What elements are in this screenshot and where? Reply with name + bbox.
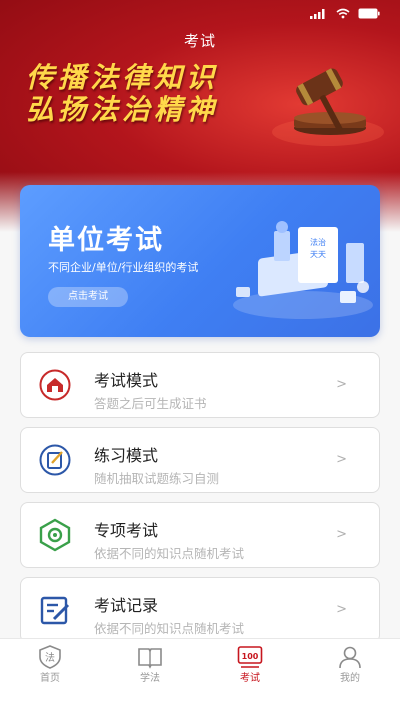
chevron-right-icon: >	[336, 452, 347, 467]
book-icon	[138, 648, 162, 669]
banner-subtitle: 不同企业/单位/行业组织的考试	[48, 261, 199, 274]
exam-icon-text: 100	[242, 652, 259, 661]
mode-desc: 随机抽取试题练习自测	[94, 471, 220, 486]
wifi-icon	[336, 8, 350, 19]
illustration-line-2: 天天	[310, 250, 326, 259]
exam-illustration-icon: 法治 天天	[233, 221, 373, 319]
slogan-line-2: 弘扬法治精神	[26, 93, 219, 126]
start-exam-button[interactable]: 点击考试	[48, 287, 128, 307]
page-title: 考试	[183, 32, 216, 50]
mode-card-special[interactable]: 专项考试 依据不同的知识点随机考试 >	[20, 502, 380, 568]
mode-desc: 答题之后可生成证书	[94, 396, 207, 411]
tab-study[interactable]: 学法	[100, 639, 200, 711]
target-icon	[39, 518, 71, 552]
mode-title: 考试记录	[94, 596, 159, 615]
exam-score-icon: 100	[237, 646, 263, 668]
tab-profile[interactable]: 我的	[300, 639, 400, 711]
banner-title: 单位考试	[48, 225, 164, 256]
battery-icon	[358, 8, 380, 19]
illustration-line-1: 法治	[310, 237, 326, 247]
practice-edit-icon	[39, 444, 71, 476]
mode-title: 练习模式	[94, 446, 159, 465]
house-certificate-icon	[39, 369, 71, 401]
tab-exam[interactable]: 100 考试	[200, 639, 300, 711]
mode-title: 考试模式	[94, 371, 159, 390]
mode-desc: 依据不同的知识点随机考试	[94, 546, 245, 561]
mode-card-records[interactable]: 考试记录 依据不同的知识点随机考试 >	[20, 577, 380, 643]
law-shield-icon: 法	[39, 645, 61, 669]
mode-card-practice[interactable]: 练习模式 随机抽取试题练习自测 >	[20, 427, 380, 493]
mode-list: 考试模式 答题之后可生成证书 > 练习模式 随机抽取试题练习自测 > 专项考试 …	[20, 352, 380, 652]
gavel-icon	[272, 68, 384, 146]
tab-label: 学法	[140, 673, 160, 684]
slogan: 传播法律知识 弘扬法治精神	[26, 62, 218, 126]
status-bar	[310, 8, 380, 19]
chevron-right-icon: >	[336, 527, 347, 542]
unit-exam-banner[interactable]: 单位考试 不同企业/单位/行业组织的考试 点击考试 法治 天天	[20, 185, 380, 337]
mode-desc: 依据不同的知识点随机考试	[94, 621, 245, 636]
tab-home[interactable]: 法 首页	[0, 639, 100, 711]
slogan-line-1: 传播法律知识	[26, 61, 219, 94]
tab-label: 首页	[40, 673, 60, 684]
tab-label: 我的	[340, 673, 360, 684]
home-icon-text: 法	[45, 651, 55, 664]
bottom-tab-bar: 法 首页 学法 100 考试 我的	[0, 638, 400, 711]
chevron-right-icon: >	[336, 377, 347, 392]
mode-title: 专项考试	[94, 521, 159, 540]
chevron-right-icon: >	[336, 602, 347, 617]
user-icon	[339, 646, 361, 669]
mode-card-exam[interactable]: 考试模式 答题之后可生成证书 >	[20, 352, 380, 418]
record-edit-icon	[40, 596, 70, 625]
tab-label: 考试	[240, 673, 260, 684]
signal-icon	[310, 8, 325, 19]
